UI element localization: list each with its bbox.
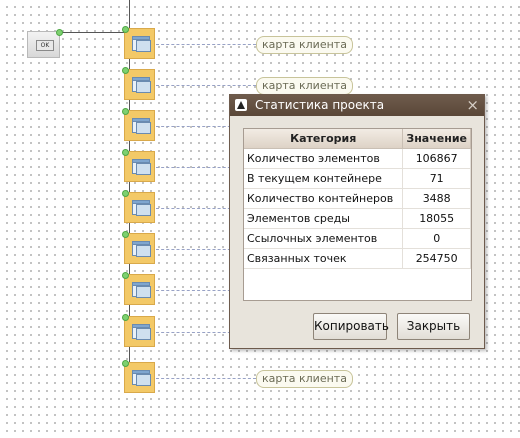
link-line [156,85,256,86]
stats-table: Категория Значение Количество элементов 1… [244,129,471,269]
project-stats-dialog: Статистика проекта × Категория Значение … [229,94,485,349]
stats-table-body: Количество элементов 106867 В текущем конт… [244,148,471,269]
window-icon-back [136,204,151,216]
cell-value: 0 [402,228,471,249]
window-icon-back [136,328,151,340]
cell-category: Элементов среды [244,208,404,229]
dialog-titlebar[interactable]: Статистика проекта × [230,95,484,116]
link-line [156,126,236,127]
table-row[interactable]: Количество контейнеров 3488 [244,188,471,209]
node-tag[interactable]: карта клиента [256,370,353,388]
cell-value: 254750 [402,248,471,269]
cell-value: 18055 [402,208,471,229]
cell-category: Связанных точек [244,248,404,269]
close-button[interactable]: Закрыть [397,313,470,340]
table-row[interactable]: Связанных точек 254750 [244,248,471,269]
cell-category: Количество элементов [244,148,404,169]
window-icon-back [136,122,151,134]
table-row[interactable]: Ссылочных элементов 0 [244,228,471,249]
component-node[interactable] [122,231,155,264]
node-connector-dot[interactable] [122,108,129,115]
node-connector-dot[interactable] [122,149,129,156]
window-icon-back [136,286,151,298]
column-header-category[interactable]: Категория [244,129,404,149]
start-node[interactable]: OK [27,31,60,58]
cell-value: 106867 [402,148,471,169]
table-header-row: Категория Значение [244,129,471,149]
close-icon[interactable]: × [466,95,479,116]
component-node[interactable] [122,190,155,223]
cell-category: Количество контейнеров [244,188,404,209]
component-node[interactable] [122,360,155,393]
component-node[interactable] [122,108,155,141]
app-icon [235,99,247,111]
window-icon-back [136,81,151,93]
window-icon-back [136,245,151,257]
window-icon-back [136,163,151,175]
column-header-value[interactable]: Значение [402,129,471,149]
component-node[interactable] [122,149,155,182]
dialog-title: Статистика проекта [255,98,385,112]
cell-category: Ссылочных элементов [244,228,404,249]
table-row[interactable]: В текущем контейнере 71 [244,168,471,189]
node-connector-dot[interactable] [122,26,129,33]
link-line [156,44,256,45]
cell-category: В текущем контейнере [244,168,404,189]
node-connector-dot[interactable] [122,231,129,238]
window-icon-back [136,40,151,52]
link-line [156,208,236,209]
table-row[interactable]: Элементов среды 18055 [244,208,471,229]
start-connector [60,32,130,33]
link-line [156,249,236,250]
link-line [156,167,236,168]
component-node[interactable] [122,314,155,347]
cell-value: 3488 [402,188,471,209]
copy-button[interactable]: Копировать [313,313,389,340]
table-row[interactable]: Количество элементов 106867 [244,148,471,169]
component-node[interactable] [122,272,155,305]
stats-table-container[interactable]: Категория Значение Количество элементов 1… [243,128,472,301]
node-connector-dot[interactable] [122,272,129,279]
node-connector-dot[interactable] [122,190,129,197]
node-tag[interactable]: карта клиента [256,36,353,54]
node-connector-dot[interactable] [122,314,129,321]
start-connector-dot[interactable] [56,29,63,36]
link-line [156,378,256,379]
link-line [156,290,236,291]
node-tag[interactable]: карта клиента [256,77,353,95]
start-node-label: OK [36,40,54,51]
node-connector-dot[interactable] [122,67,129,74]
window-icon-back [136,374,151,386]
component-node[interactable] [122,26,155,59]
cell-value: 71 [402,168,471,189]
node-connector-dot[interactable] [122,360,129,367]
component-node[interactable] [122,67,155,100]
link-line [156,332,236,333]
